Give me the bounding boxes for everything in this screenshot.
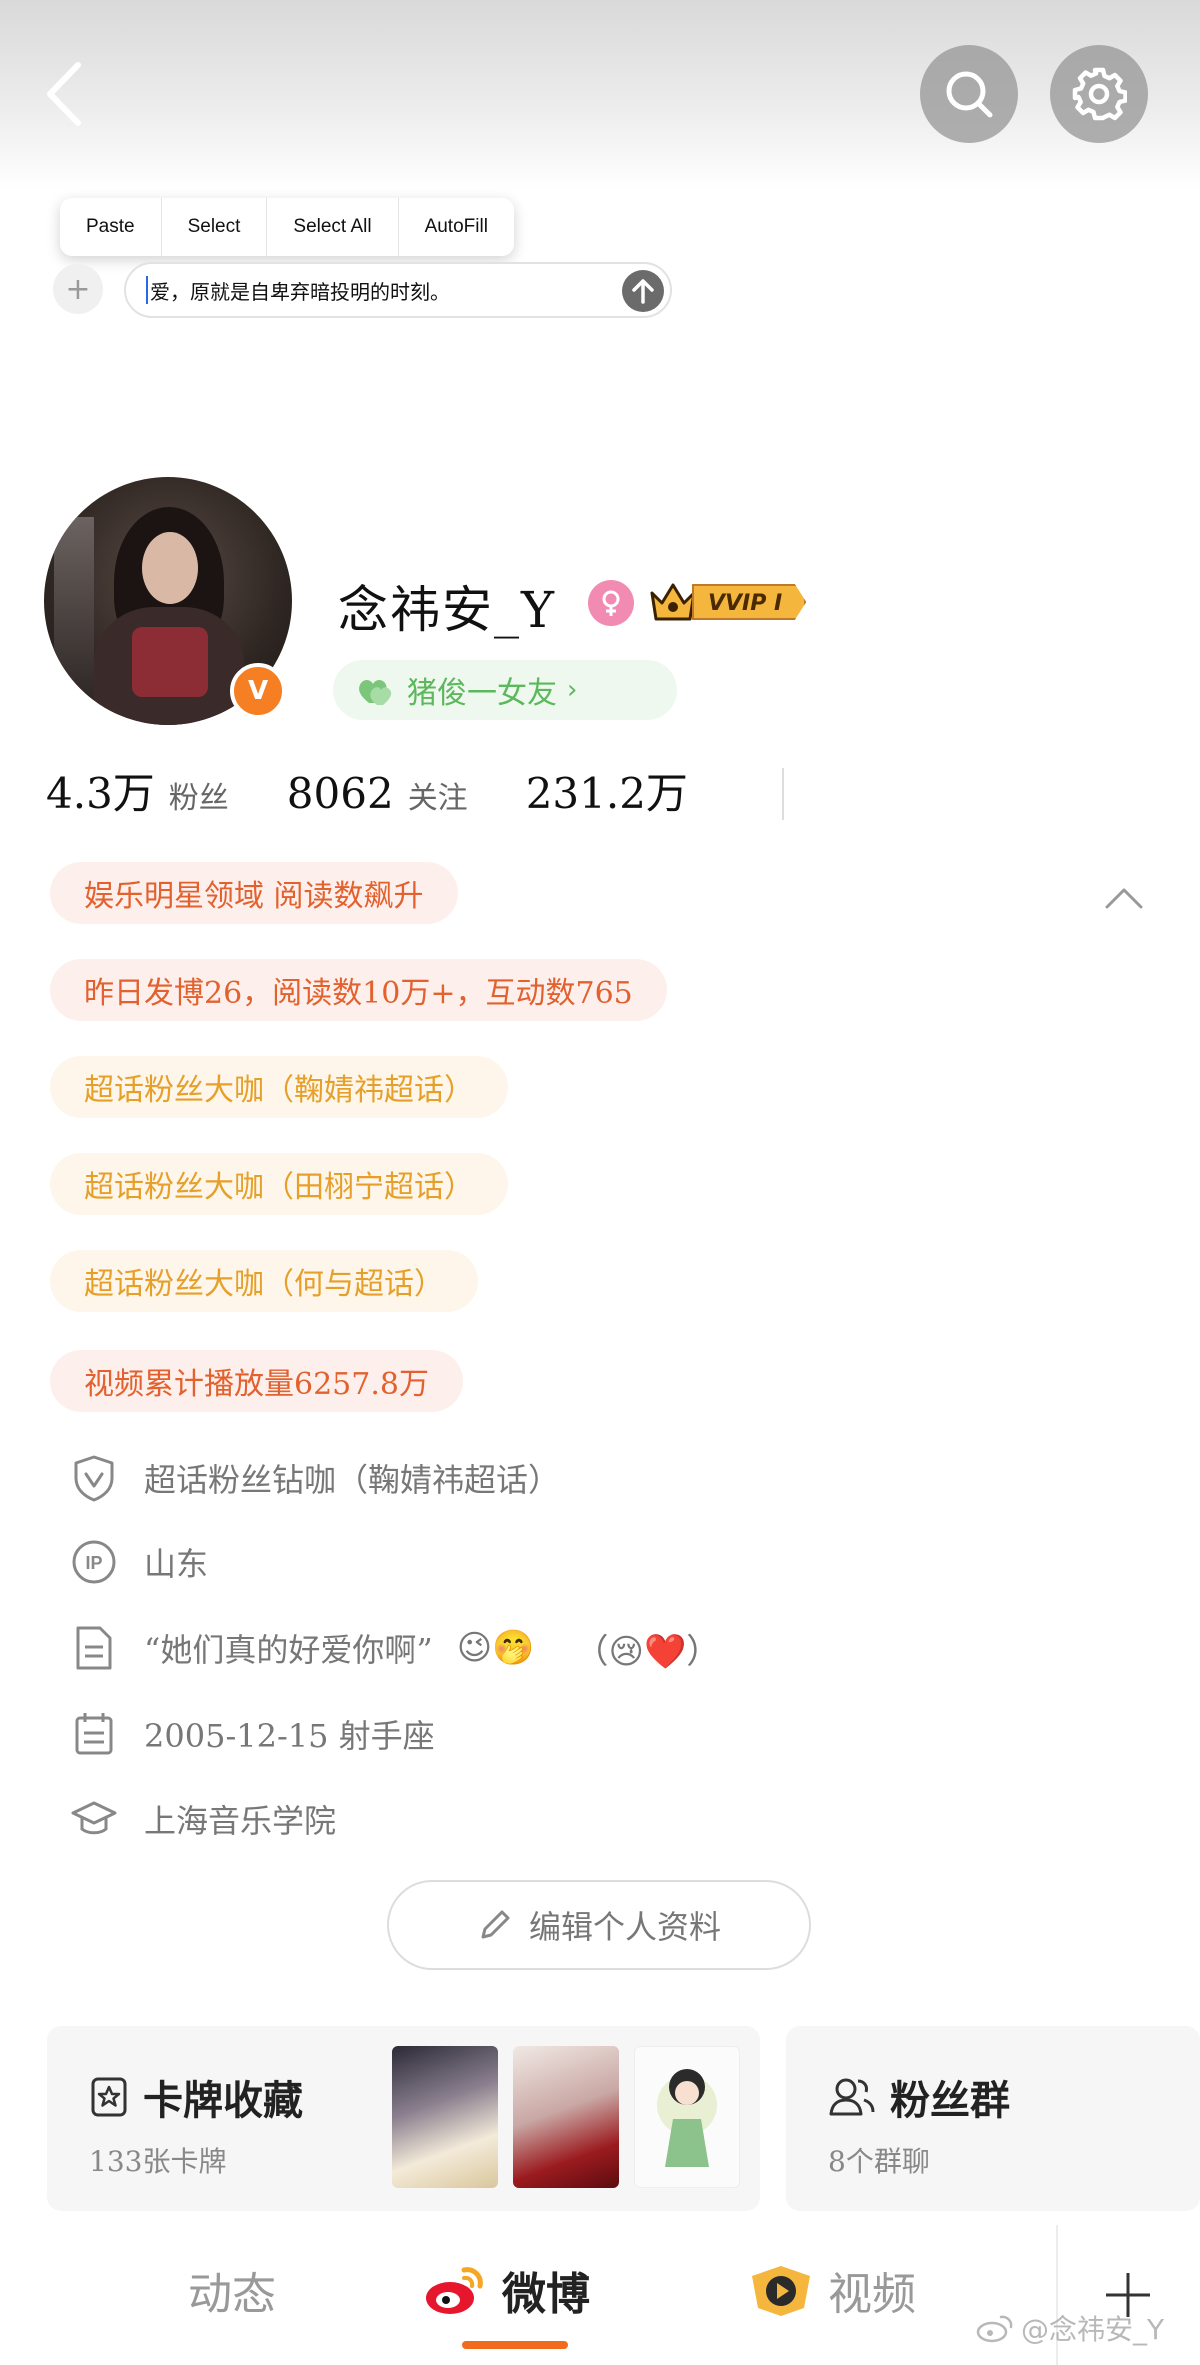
shield-icon [70,1454,118,1502]
tag-video-plays[interactable]: 视频累计播放量6257.8万 [50,1350,463,1412]
pencil-icon [477,1907,513,1943]
tab-dynamics-label: 动态 [188,2269,276,2320]
tab-video-label: 视频 [828,2269,916,2320]
crown-icon [650,583,696,621]
users-icon [828,2076,876,2118]
card-collection-title: 卡牌收藏 [143,2077,303,2124]
info-fandom[interactable]: 超话粉丝钻咖（鞠婧祎超话） [70,1448,560,1508]
tab-weibo-label: 微博 [502,2269,590,2320]
arrow-up-icon [632,279,654,304]
tab-video[interactable]: 视频 [748,2255,916,2325]
bio-emoji-tail: （😢❤️） [574,1631,721,1672]
info-ip: IP 山东 [70,1532,208,1592]
info-school: 上海音乐学院 [70,1789,336,1849]
heart-icon [359,680,392,705]
graduation-cap-icon [70,1795,118,1843]
following-count[interactable]: 8062 [287,769,394,818]
vip-label: VVIP I [692,584,807,620]
verified-badge: V [230,663,286,719]
info-ip-text: 山东 [144,1545,209,1583]
tag-hot-reads[interactable]: 娱乐明星领域 阅读数飙升 [50,862,458,924]
weibo-logo-icon [422,2262,488,2318]
collapse-button[interactable] [1100,878,1148,918]
tab-dynamics[interactable]: 动态 [188,2255,276,2325]
watermark-text: @念祎安_Y [1021,2313,1165,2346]
info-birthday: 2005-12-15 射手座 [70,1704,435,1764]
compose-input[interactable]: 爱，原就是自卑弃暗投明的时刻。 [124,262,672,318]
calendar-icon [70,1710,118,1758]
tab-weibo[interactable]: 微博 [422,2255,590,2325]
ip-icon: IP [70,1538,118,1586]
info-birthday-text: 2005-12-15 射手座 [144,1717,435,1755]
text-cursor [146,276,148,304]
add-attachment-button[interactable]: + [53,264,103,314]
chevron-up-icon [1105,888,1143,909]
info-bio: “她们真的好爱你啊” 😉🤭 （😢❤️） [70,1618,720,1678]
back-button[interactable] [40,58,88,130]
card-collection[interactable]: 卡牌收藏 133张卡牌 [47,2026,760,2211]
watermark: @念祎安_Y [975,2308,1164,2348]
title-pill[interactable]: 猪俊一女友 › [333,660,677,720]
bio-emoji: 😉🤭 [456,1628,535,1668]
fans-label: 粉丝 [168,781,229,816]
chevron-right-icon: › [567,675,578,705]
active-tab-indicator [462,2341,568,2349]
card-collection-icon [89,2075,129,2119]
verify-letter: V [247,676,269,706]
vip-badge[interactable]: VVIP I [648,579,807,625]
card-fan-groups-title: 粉丝群 [890,2077,1010,2124]
send-button[interactable] [622,270,664,312]
following-label: 关注 [407,781,468,816]
tag-superfan-1[interactable]: 超话粉丝大咖（鞠婧祎超话） [50,1056,508,1118]
female-icon [588,580,634,626]
paste-menu-item[interactable]: Paste [60,198,162,256]
edit-profile-button[interactable]: 编辑个人资料 [387,1880,811,1970]
fans-count[interactable]: 4.3万 [46,760,155,821]
autofill-menu-item[interactable]: AutoFill [399,198,514,256]
info-school-text: 上海音乐学院 [144,1802,337,1840]
compose-text: 爱，原就是自卑弃暗投明的时刻。 [150,279,450,304]
likes-count[interactable]: 231.2万 [526,760,688,821]
stats-row: 4.3万 粉丝 8062 关注 231.2万 [46,760,688,820]
username: 念祎安_Y [338,581,557,639]
edit-profile-label: 编辑个人资料 [528,1908,721,1946]
weibo-watermark-icon [976,2315,1013,2343]
text-edit-menu: Paste Select Select All AutoFill [60,198,514,256]
chevron-left-icon [47,62,81,126]
card-thumbnail[interactable] [513,2046,619,2188]
document-icon [70,1624,118,1672]
tag-superfan-2[interactable]: 超话粉丝大咖（田栩宁超话） [50,1153,508,1215]
card-fan-groups[interactable]: 粉丝群 8个群聊 [786,2026,1200,2211]
title-pill-label: 猪俊一女友 [407,676,557,711]
info-bio-text: “她们真的好爱你啊” [144,1631,433,1669]
gear-icon [1072,67,1127,121]
card-thumbnail[interactable] [634,2046,740,2188]
select-all-menu-item[interactable]: Select All [267,198,399,256]
card-thumbnail[interactable] [392,2046,498,2188]
card-fan-groups-count: 8个群聊 [828,2145,930,2178]
search-button[interactable] [920,45,1018,143]
settings-button[interactable] [1050,45,1148,143]
select-menu-item[interactable]: Select [162,198,268,256]
stats-divider [782,768,784,820]
svg-text:IP: IP [85,1553,102,1573]
info-fandom-text: 超话粉丝钻咖（鞠婧祎超话） [144,1461,561,1499]
plus-icon: + [65,271,91,307]
search-icon [946,71,993,118]
tag-superfan-3[interactable]: 超话粉丝大咖（何与超话） [50,1250,478,1312]
video-play-icon [748,2262,814,2318]
tag-daily-stats[interactable]: 昨日发博26，阅读数10万+，互动数765 [50,959,667,1021]
card-collection-count: 133张卡牌 [89,2145,227,2178]
header-background [0,0,1200,190]
